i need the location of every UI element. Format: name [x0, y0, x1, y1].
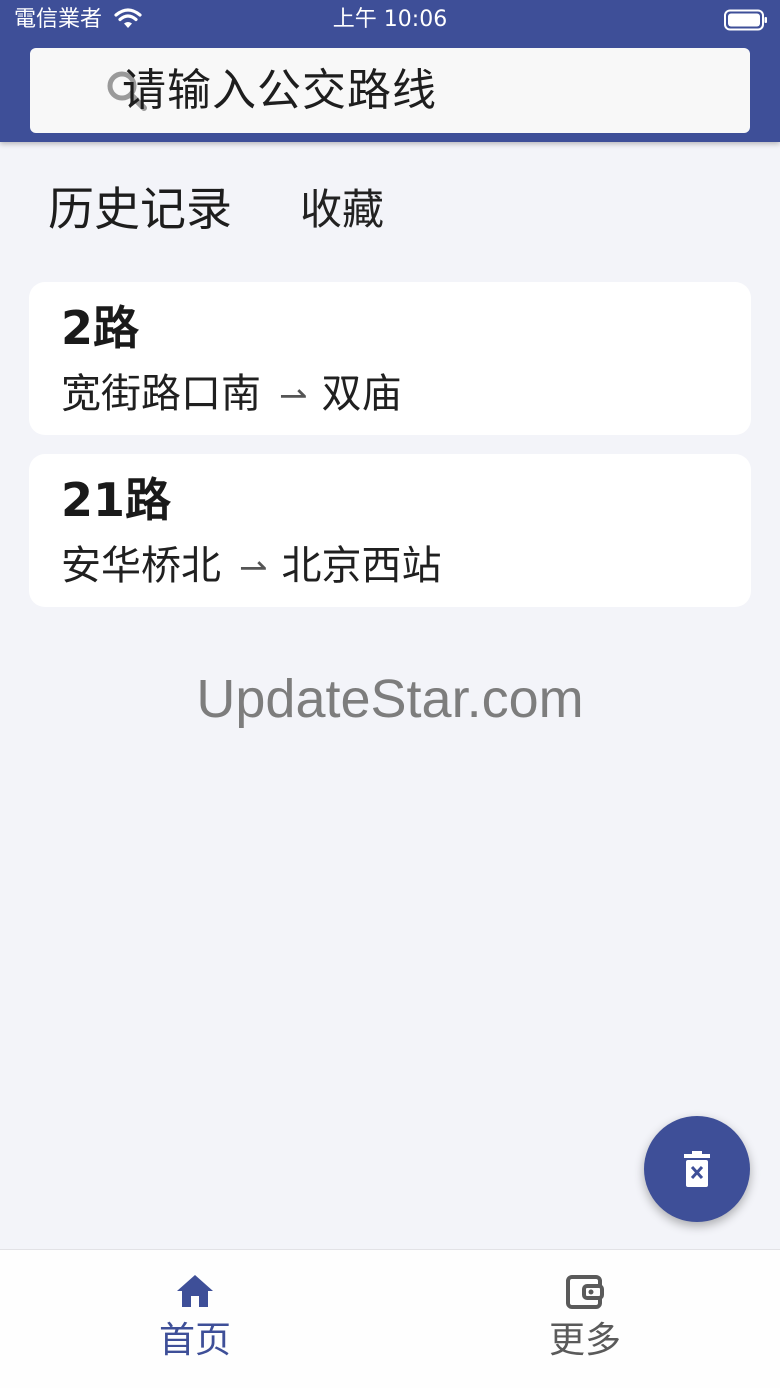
- watermark: UpdateStar.com: [196, 669, 584, 729]
- app-header: 電信業者 上午 10:06 请输入公交路线: [0, 0, 780, 142]
- tab-favorites[interactable]: 收藏: [300, 182, 384, 238]
- bottom-nav: 首页 更多: [0, 1249, 780, 1388]
- route-from: 宽街路口南: [61, 371, 261, 417]
- delete-icon: [683, 1151, 711, 1191]
- route-direction: 安华桥北 ⇀ 北京西站: [61, 540, 442, 594]
- status-time: 上午 10:06: [332, 7, 448, 32]
- direction-arrow-icon: ⇀: [279, 376, 308, 416]
- wallet-icon: [566, 1274, 604, 1314]
- clear-history-button[interactable]: [644, 1116, 750, 1222]
- route-name: 21路: [61, 473, 172, 527]
- nav-more-label: 更多: [548, 1320, 621, 1361]
- tab-history[interactable]: 历史记录: [48, 178, 232, 240]
- record-tabs: 历史记录 收藏: [0, 178, 780, 248]
- search-bar[interactable]: 请输入公交路线: [30, 48, 750, 133]
- route-card[interactable]: 2路 宽街路口南 ⇀ 双庙: [29, 282, 751, 435]
- nav-home[interactable]: 首页: [0, 1250, 390, 1388]
- battery-icon: [724, 9, 768, 35]
- route-to: 北京西站: [281, 543, 442, 589]
- direction-arrow-icon: ⇀: [239, 548, 268, 588]
- route-card[interactable]: 21路 安华桥北 ⇀ 北京西站: [29, 454, 751, 607]
- nav-home-label: 首页: [158, 1320, 231, 1361]
- home-icon: [176, 1274, 214, 1312]
- route-to: 双庙: [321, 371, 402, 417]
- route-direction: 宽街路口南 ⇀ 双庙: [61, 368, 402, 422]
- search-input[interactable]: 请输入公交路线: [122, 64, 437, 118]
- status-bar: 電信業者 上午 10:06: [0, 0, 780, 40]
- route-name: 2路: [61, 301, 140, 355]
- nav-more[interactable]: 更多: [390, 1250, 780, 1388]
- route-from: 安华桥北: [61, 543, 221, 589]
